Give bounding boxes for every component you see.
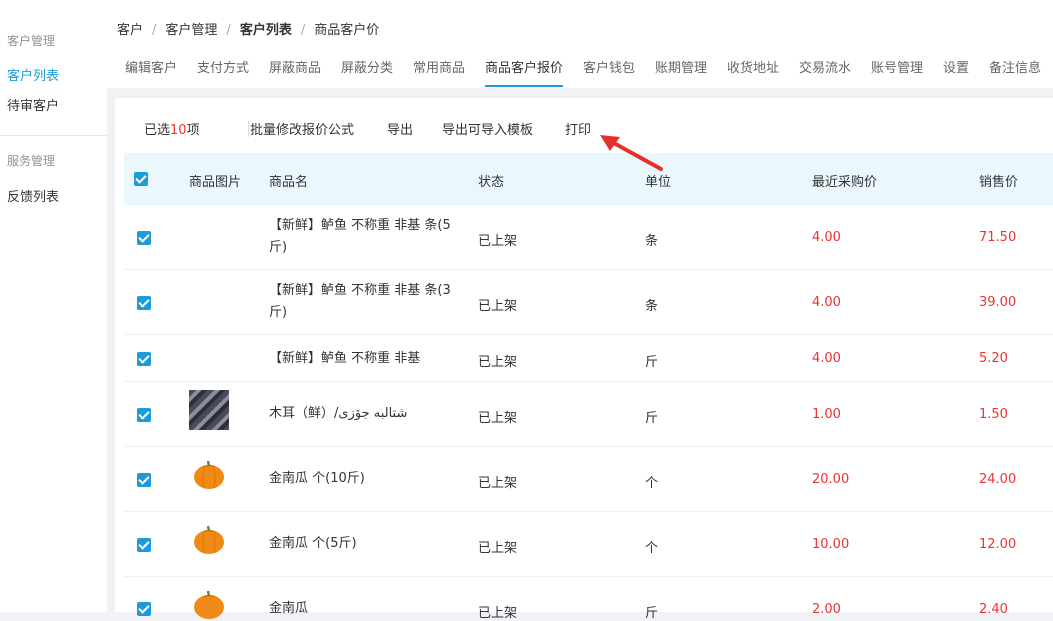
tab-notes[interactable]: 备注信息 xyxy=(989,57,1041,87)
product-price: 24.00 xyxy=(979,472,1017,487)
table-row: 【新鲜】鲈鱼 不称重 非基 已上架 斤 4.00 5.20 xyxy=(124,335,1053,382)
export-template-button[interactable]: 导出可导入模板 xyxy=(442,119,533,138)
tab-edit-customer[interactable]: 编辑客户 xyxy=(125,57,177,87)
pumpkin-icon xyxy=(194,590,224,619)
row-checkbox[interactable] xyxy=(137,473,151,487)
product-cost: 4.00 xyxy=(812,351,841,366)
breadcrumb-item-customer-list[interactable]: 客户列表 xyxy=(240,23,292,38)
tab-frequent-products[interactable]: 常用商品 xyxy=(413,57,465,87)
product-cost: 10.00 xyxy=(812,537,850,552)
product-cost: 20.00 xyxy=(812,472,850,487)
product-unit: 条 xyxy=(645,234,659,249)
header-status: 状态 xyxy=(478,175,505,190)
product-cost: 2.00 xyxy=(812,602,841,617)
top-bar: 客户 / 客户管理 / 客户列表 / 商品客户价 编辑客户 支付方式 屏蔽商品 屏蔽分类 常… xyxy=(107,0,1053,88)
sidebar-item-pending-customers[interactable]: 待审客户 xyxy=(7,95,59,114)
select-all-checkbox[interactable] xyxy=(134,172,148,186)
product-price: 2.40 xyxy=(979,602,1008,617)
table-row: 金南瓜 已上架 斤 2.00 2.40 xyxy=(124,577,1053,621)
row-checkbox[interactable] xyxy=(137,408,151,422)
selected-count: 10 xyxy=(170,123,187,138)
header-image: 商品图片 xyxy=(189,175,242,190)
product-name: 金南瓜 xyxy=(269,601,309,616)
product-status: 已上架 xyxy=(478,476,518,491)
pumpkin-icon xyxy=(194,460,224,489)
annotation-arrow-icon xyxy=(600,135,663,171)
breadcrumb-separator: / xyxy=(152,23,157,38)
breadcrumb-item-current: 商品客户价 xyxy=(314,23,380,38)
breadcrumb-separator: / xyxy=(300,23,306,38)
breadcrumb: 客户 / 客户管理 / 客户列表 / 商品客户价 xyxy=(117,19,379,38)
table-row: 木耳（鲜）/شتالبه جۆزی 已上架 斤 1.00 1.50 xyxy=(124,382,1053,447)
product-unit: 斤 xyxy=(645,411,659,426)
tab-blocked-categories[interactable]: 屏蔽分类 xyxy=(341,57,393,87)
header-unit: 单位 xyxy=(645,175,672,190)
product-name: 【新鲜】鲈鱼 不称重 非基 条(3斤) xyxy=(269,283,451,320)
print-button[interactable]: 打印 xyxy=(565,119,591,138)
sidebar-divider xyxy=(0,135,107,136)
product-status: 已上架 xyxy=(478,299,518,314)
product-unit: 斤 xyxy=(645,355,659,370)
table-row: 【新鲜】鲈鱼 不称重 非基 条(5斤) 已上架 条 4.00 71.50 xyxy=(124,205,1053,270)
product-price: 39.00 xyxy=(979,295,1017,310)
toolbar-divider xyxy=(248,121,249,137)
product-unit: 个 xyxy=(645,541,659,556)
export-button[interactable]: 导出 xyxy=(387,119,413,138)
product-unit: 个 xyxy=(645,476,659,491)
tab-payment-method[interactable]: 支付方式 xyxy=(197,57,249,87)
row-checkbox[interactable] xyxy=(137,296,151,310)
product-price: 5.20 xyxy=(979,351,1008,366)
pumpkin-icon xyxy=(194,525,224,554)
breadcrumb-separator: / xyxy=(226,23,231,38)
product-price: 71.50 xyxy=(979,230,1017,245)
selected-prefix: 已选 xyxy=(144,123,171,138)
row-checkbox[interactable] xyxy=(137,602,151,616)
product-price: 1.50 xyxy=(979,407,1008,422)
row-checkbox[interactable] xyxy=(137,352,151,366)
tab-settings[interactable]: 设置 xyxy=(943,57,969,87)
product-name: 木耳（鲜）/شتالبه جۆزی xyxy=(269,406,408,421)
selected-count-label: 已选10项 xyxy=(144,119,200,138)
sidebar-group-title-customer: 客户管理 xyxy=(7,34,56,48)
breadcrumb-item-customer-management[interactable]: 客户管理 xyxy=(165,23,217,38)
table-row: 金南瓜 个(5斤) 已上架 个 10.00 12.00 xyxy=(124,512,1053,577)
table-row: 金南瓜 个(10斤) 已上架 个 20.00 24.00 xyxy=(124,447,1053,512)
product-status: 已上架 xyxy=(478,355,518,370)
product-name: 【新鲜】鲈鱼 不称重 非基 xyxy=(269,351,421,366)
tab-account-management[interactable]: 账号管理 xyxy=(871,57,923,87)
tab-product-customer-quote[interactable]: 商品客户报价 xyxy=(485,57,564,87)
tab-customer-wallet[interactable]: 客户钱包 xyxy=(583,57,635,87)
tab-shipping-address[interactable]: 收货地址 xyxy=(727,57,779,87)
sidebar-item-feedback-list[interactable]: 反馈列表 xyxy=(7,186,59,205)
header-name: 商品名 xyxy=(269,175,309,190)
product-price: 12.00 xyxy=(979,537,1017,552)
product-status: 已上架 xyxy=(478,541,518,556)
sidebar-item-customer-list[interactable]: 客户列表 xyxy=(7,65,59,84)
table-row: 【新鲜】鲈鱼 不称重 非基 条(3斤) 已上架 条 4.00 39.00 xyxy=(124,270,1053,335)
product-thumbnail-mushroom xyxy=(189,390,229,430)
sidebar-group-title-service: 服务管理 xyxy=(7,154,56,168)
header-price: 销售价 xyxy=(979,175,1019,190)
product-name: 金南瓜 个(5斤) xyxy=(269,536,357,551)
product-cost: 4.00 xyxy=(812,230,841,245)
product-status: 已上架 xyxy=(478,234,518,249)
tab-credit-period[interactable]: 账期管理 xyxy=(655,57,707,87)
product-name: 【新鲜】鲈鱼 不称重 非基 条(5斤) xyxy=(269,218,451,255)
product-status: 已上架 xyxy=(478,411,518,426)
tab-blocked-products[interactable]: 屏蔽商品 xyxy=(269,57,321,87)
product-unit: 条 xyxy=(645,299,659,314)
row-checkbox[interactable] xyxy=(137,538,151,552)
batch-edit-formula-button[interactable]: 批量修改报价公式 xyxy=(250,119,354,138)
content-panel: 已选10项 批量修改报价公式 导出 导出可导入模板 打印 商品图片 商品名 状态… xyxy=(115,98,1053,621)
product-cost: 4.00 xyxy=(812,295,841,310)
product-cost: 1.00 xyxy=(812,407,841,422)
sidebar: 客户管理 客户列表 待审客户 服务管理 反馈列表 xyxy=(0,0,107,612)
row-checkbox[interactable] xyxy=(137,231,151,245)
header-cost: 最近采购价 xyxy=(812,175,878,190)
product-name: 金南瓜 个(10斤) xyxy=(269,471,365,486)
table-header: 商品图片 商品名 状态 单位 最近采购价 销售价 xyxy=(124,153,1053,205)
tab-transactions[interactable]: 交易流水 xyxy=(799,57,851,87)
selected-suffix: 项 xyxy=(186,123,200,138)
breadcrumb-item-customer[interactable]: 客户 xyxy=(117,23,143,38)
